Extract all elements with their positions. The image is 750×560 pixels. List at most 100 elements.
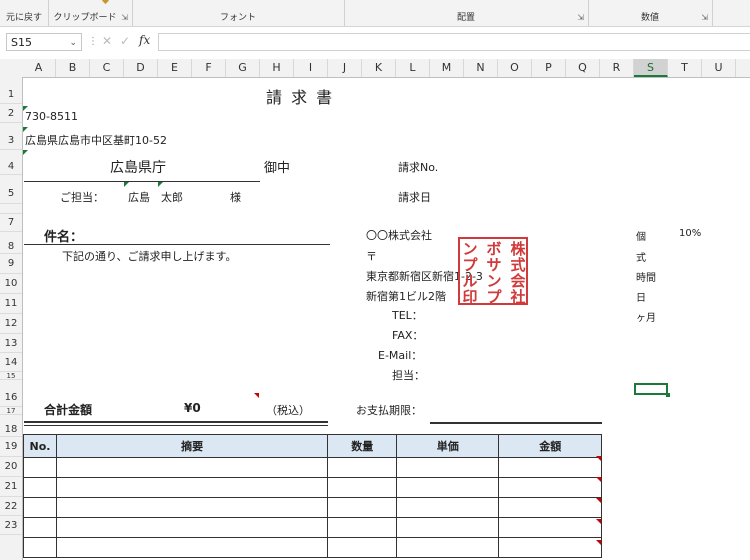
dialog-launcher-icon[interactable]: ⇲ — [577, 13, 584, 22]
selected-cell[interactable] — [634, 383, 670, 397]
row-header[interactable]: 13 — [0, 334, 22, 353]
table-row[interactable] — [23, 477, 602, 498]
tantou-name: 広島 太郎 — [128, 191, 183, 204]
due-underline — [430, 422, 602, 424]
column-header-b[interactable]: B — [56, 59, 90, 77]
row-header[interactable]: 5 — [0, 175, 22, 204]
row-header[interactable]: 2 — [0, 104, 22, 123]
due-label: お支払期限： — [356, 404, 422, 417]
chevron-down-icon[interactable]: ⌄ — [69, 34, 77, 52]
column-header-l[interactable]: L — [396, 59, 430, 77]
row-header[interactable]: 12 — [0, 314, 22, 334]
ribbon-group-font[interactable]: フォント — [132, 0, 345, 26]
column-header-d[interactable]: D — [124, 59, 158, 77]
row-header[interactable]: 16 — [0, 380, 22, 407]
row-header[interactable] — [0, 204, 22, 214]
row-headers: 1 2 3 4 5 7 8 9 10 11 12 13 14 15 16 17 18 19 20 21 22 23 — [0, 77, 23, 560]
check-icon[interactable]: ✓ — [120, 34, 130, 48]
row-header[interactable]: 17 — [0, 407, 22, 415]
cell[interactable] — [327, 517, 398, 538]
column-header-a[interactable]: A — [22, 59, 56, 77]
dialog-launcher-icon[interactable]: ⇲ — [121, 13, 128, 22]
cell[interactable] — [55, 457, 329, 478]
column-header-m[interactable]: M — [430, 59, 464, 77]
column-header-k[interactable]: K — [362, 59, 396, 77]
cell[interactable] — [327, 457, 398, 478]
row-header[interactable]: 10 — [0, 274, 22, 294]
column-header-u[interactable]: U — [702, 59, 736, 77]
row-header[interactable]: 22 — [0, 497, 22, 516]
ribbon-group-undo[interactable]: 元に戻す — [0, 0, 49, 26]
total-value: ¥0 — [184, 401, 201, 415]
table-header-row: No. 摘要 数量 単価 金額 — [23, 434, 602, 458]
header-description: 摘要 — [55, 434, 329, 458]
row-header[interactable]: 4 — [0, 150, 22, 175]
cell[interactable] — [396, 537, 500, 558]
cell[interactable] — [396, 457, 500, 478]
cell[interactable] — [55, 517, 329, 538]
cell[interactable] — [23, 457, 57, 478]
cell[interactable] — [498, 537, 602, 558]
column-header-e[interactable]: E — [158, 59, 192, 77]
ribbon-group-number[interactable]: 数値 ⇲ — [588, 0, 713, 26]
cell[interactable] — [23, 517, 57, 538]
insert-function-icon[interactable]: fx — [139, 33, 150, 47]
cell[interactable] — [55, 537, 329, 558]
column-header-t[interactable]: T — [668, 59, 702, 77]
table-row[interactable] — [23, 497, 602, 518]
row-header[interactable]: 19 — [0, 437, 22, 457]
column-header-n[interactable]: N — [464, 59, 498, 77]
column-header-i[interactable]: I — [294, 59, 328, 77]
column-header-g[interactable]: G — [226, 59, 260, 77]
table-row[interactable] — [23, 457, 602, 478]
row-header[interactable]: 18 — [0, 415, 22, 437]
row-header[interactable]: 14 — [0, 353, 22, 372]
row-header[interactable]: 23 — [0, 516, 22, 535]
row-header[interactable]: 9 — [0, 254, 22, 274]
formula-input[interactable] — [158, 33, 750, 51]
row-header[interactable]: 20 — [0, 457, 22, 477]
column-header-c[interactable]: C — [90, 59, 124, 77]
row-header[interactable]: 11 — [0, 294, 22, 314]
cell[interactable] — [396, 517, 500, 538]
column-header-f[interactable]: F — [192, 59, 226, 77]
table-row[interactable] — [23, 517, 602, 538]
row-header[interactable]: 21 — [0, 477, 22, 497]
cell[interactable] — [396, 497, 500, 518]
cell[interactable] — [55, 477, 329, 498]
cell[interactable] — [23, 497, 57, 518]
column-header-s[interactable]: S — [634, 59, 668, 77]
column-header-o[interactable]: O — [498, 59, 532, 77]
cell[interactable] — [498, 477, 602, 498]
cell[interactable] — [498, 497, 602, 518]
row-header[interactable]: 1 — [0, 77, 22, 104]
cell[interactable] — [396, 477, 500, 498]
dialog-launcher-icon[interactable]: ⇲ — [701, 13, 708, 22]
name-box[interactable]: S15 ⌄ — [6, 33, 82, 51]
cell[interactable] — [498, 457, 602, 478]
cell[interactable] — [23, 477, 57, 498]
row-header[interactable]: 15 — [0, 372, 22, 380]
cell[interactable] — [327, 537, 398, 558]
row-header[interactable]: 3 — [0, 123, 22, 150]
row-header[interactable]: 8 — [0, 232, 22, 254]
table-row[interactable] — [23, 537, 602, 558]
column-header-p[interactable]: P — [532, 59, 566, 77]
row-header[interactable]: 7 — [0, 214, 22, 232]
column-header-r[interactable]: R — [600, 59, 634, 77]
column-header-j[interactable]: J — [328, 59, 362, 77]
cell[interactable] — [327, 497, 398, 518]
ribbon-group-alignment[interactable]: 配置 ⇲ — [344, 0, 589, 26]
ribbon-group-styles[interactable] — [712, 0, 750, 26]
tax-rate: 10% — [679, 228, 702, 239]
cell[interactable] — [55, 497, 329, 518]
cell[interactable] — [23, 537, 57, 558]
postal-code: 730-8511 — [25, 110, 78, 123]
column-header-q[interactable]: Q — [566, 59, 600, 77]
cell[interactable] — [498, 517, 602, 538]
cell[interactable] — [327, 477, 398, 498]
cancel-icon[interactable]: ✕ — [102, 34, 112, 48]
column-header-h[interactable]: H — [260, 59, 294, 77]
ribbon-group-clipboard[interactable]: ◆ クリップボード ⇲ — [48, 0, 133, 26]
subject-underline — [24, 244, 330, 245]
